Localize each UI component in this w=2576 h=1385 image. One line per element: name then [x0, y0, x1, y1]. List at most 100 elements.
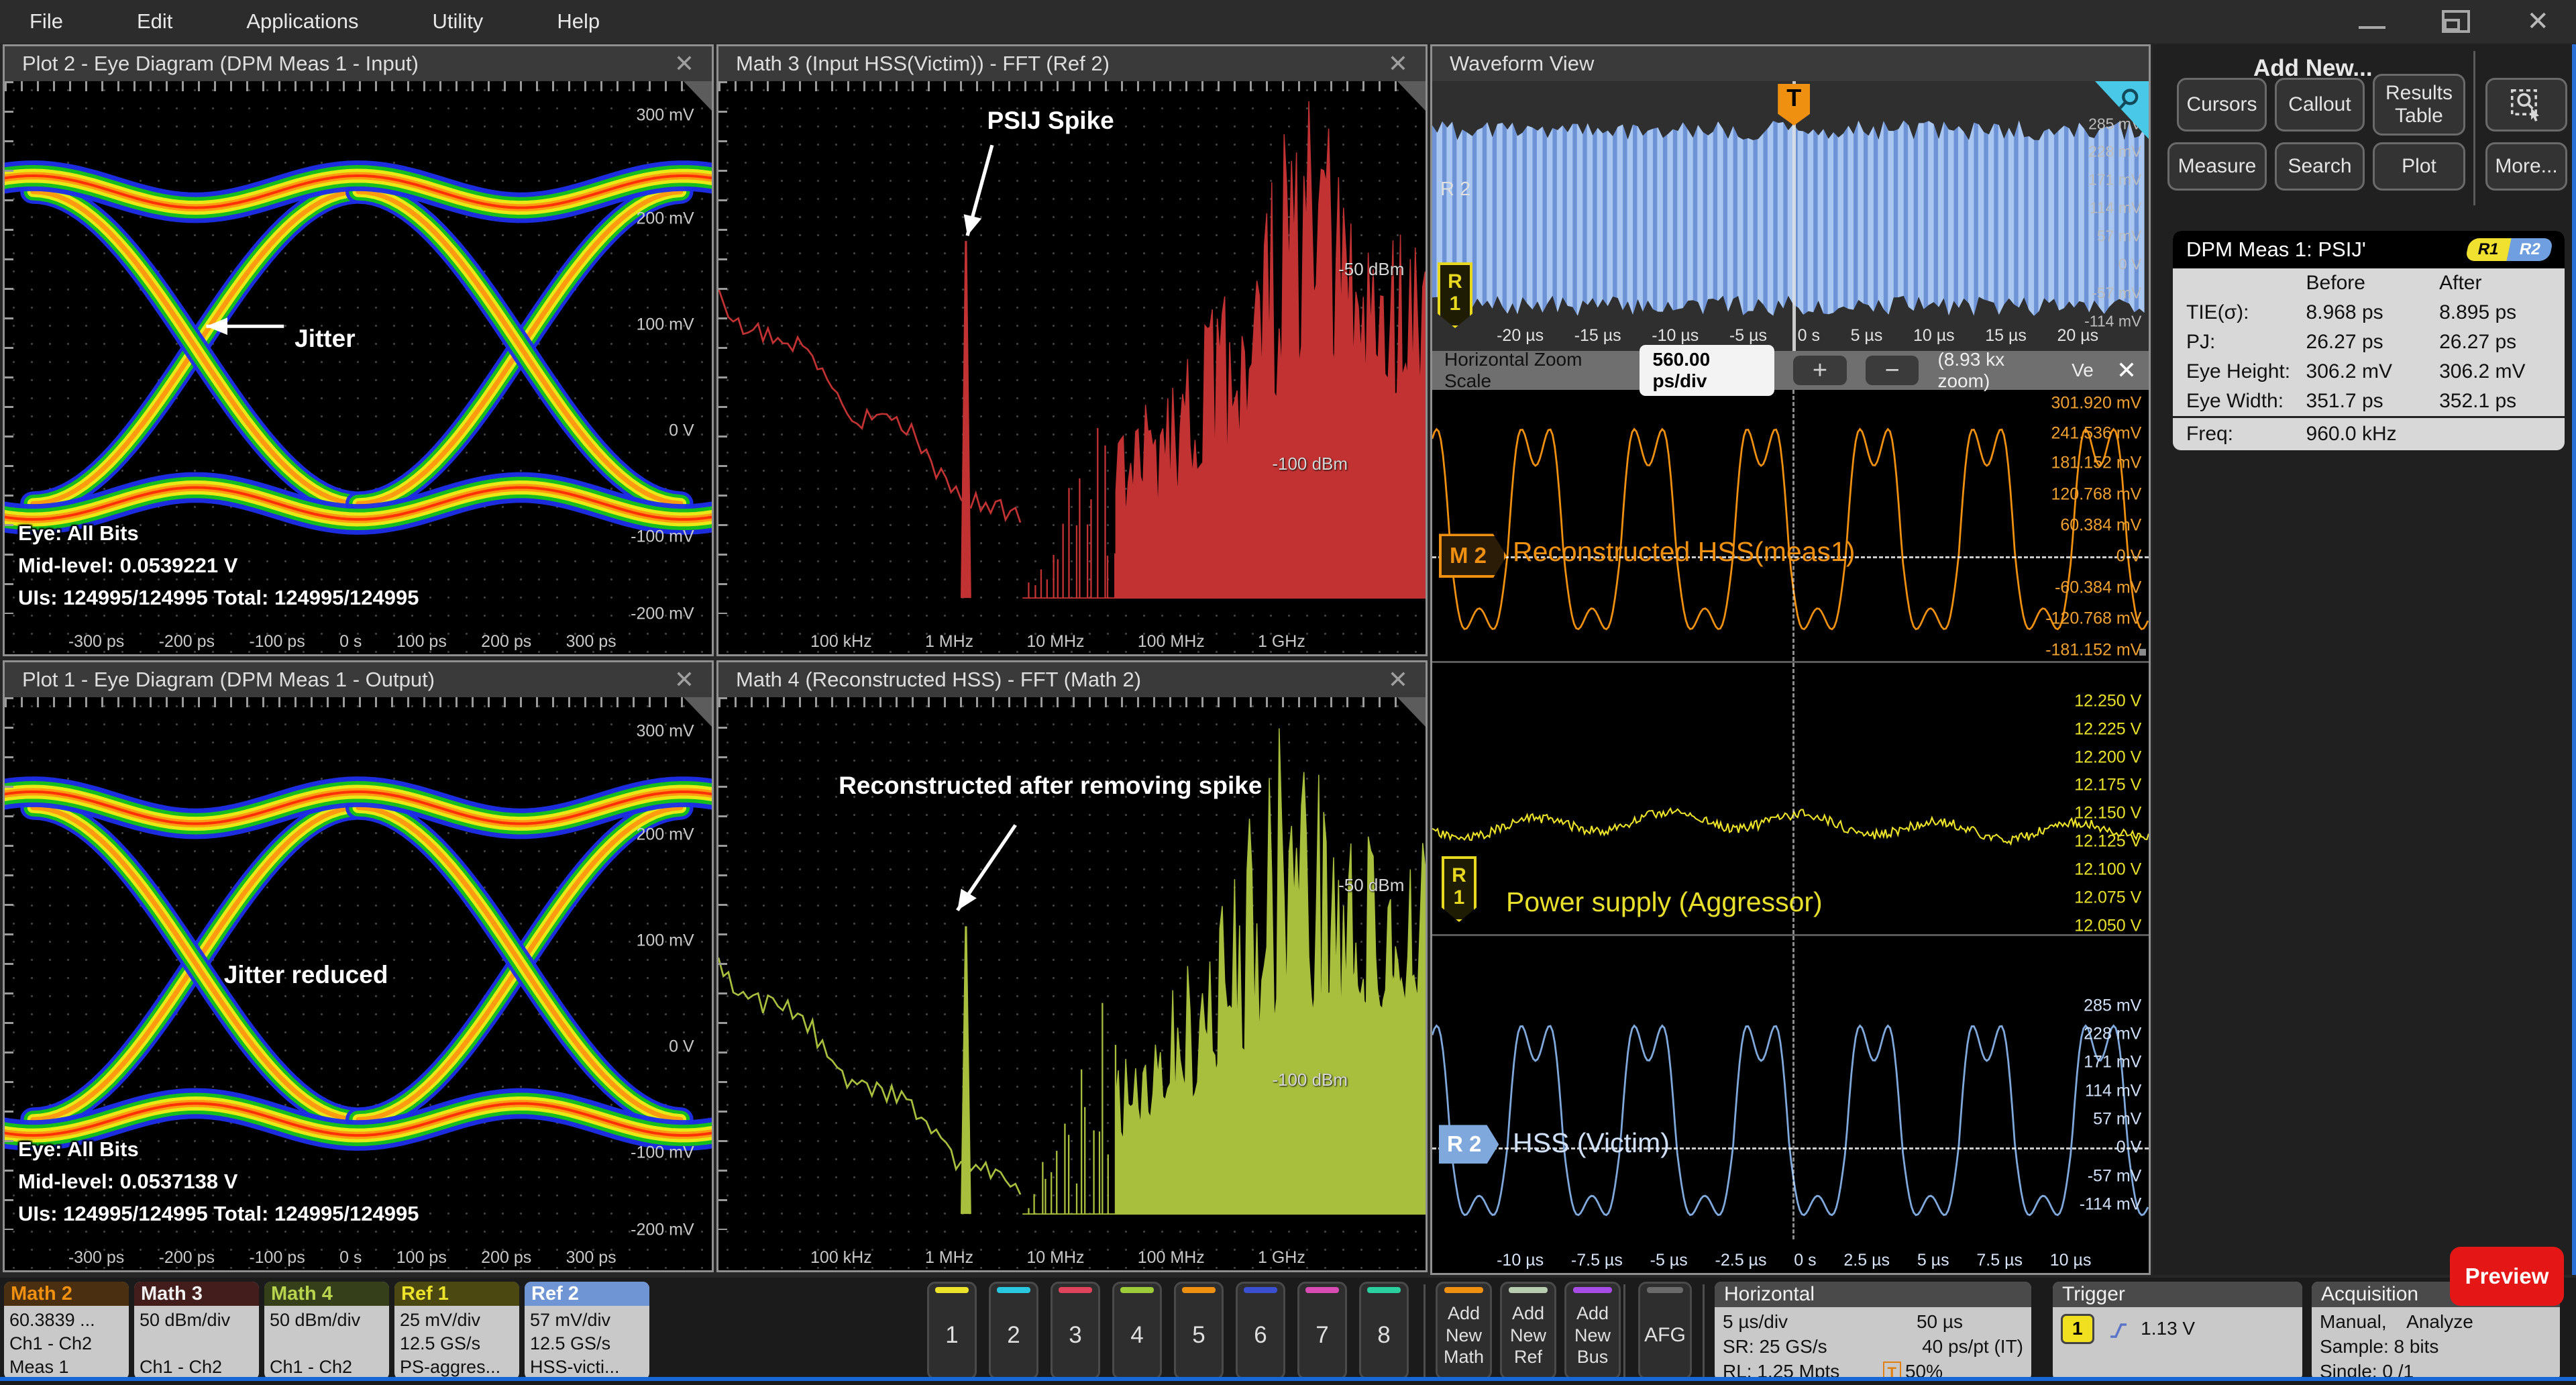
bottom-accent-line: [0, 1377, 2576, 1381]
channel-8-button[interactable]: 8: [1359, 1282, 1409, 1380]
x-tick: -200 ps: [159, 1248, 215, 1268]
channel-3-button[interactable]: 3: [1051, 1282, 1100, 1380]
plot1-close-icon[interactable]: ✕: [674, 668, 694, 692]
math4-title-bar[interactable]: Math 4 (Reconstructed HSS) - FFT (Math 2…: [718, 662, 1426, 697]
zoom-in-button[interactable]: +: [1793, 356, 1847, 385]
add-plot-button[interactable]: Plot: [2373, 142, 2465, 191]
m2-badge[interactable]: M 2: [1439, 533, 1507, 578]
channel-4-button[interactable]: 4: [1112, 1282, 1162, 1380]
zoom-bar-close-icon[interactable]: ✕: [2116, 356, 2137, 384]
minimize-icon[interactable]: [2359, 26, 2385, 29]
add-results-table-button[interactable]: Results Table: [2373, 74, 2465, 136]
math4-x-axis: 100 kHz1 MHz10 MHz100 MHz1 GHz: [718, 1248, 1426, 1268]
source-badge-ref1[interactable]: Ref 125 mV/div12.5 GS/sPS-aggres...: [394, 1282, 519, 1380]
add-measure-button[interactable]: Measure: [2167, 142, 2267, 191]
table-cell: 26.27 ps: [2439, 331, 2565, 354]
zoom-ve-label: Ve: [2072, 360, 2094, 381]
table-cell: 306.2 mV: [2306, 360, 2440, 383]
plot2-close-icon[interactable]: ✕: [674, 52, 694, 76]
horizontal-settings-box[interactable]: Horizontal 5 µs/div50 µs SR: 25 GS/s40 p…: [1715, 1282, 2031, 1381]
x-tick: 0 s: [339, 1248, 362, 1268]
uis-line: UIs: 124995/124995 Total: 124995/124995: [18, 1198, 419, 1230]
horizontal-span: 50 µs: [1917, 1310, 1963, 1335]
x-tick: 1 MHz: [925, 1248, 973, 1268]
zoom-select-button[interactable]: [2485, 78, 2567, 132]
close-icon[interactable]: ✕: [2526, 8, 2549, 35]
restore-icon[interactable]: [2442, 10, 2470, 33]
add-search-button[interactable]: Search: [2275, 142, 2365, 191]
overview-section[interactable]: T R 2 R 1 285 mV228 mV171 mV114 mV57 mV0…: [1432, 81, 2149, 351]
menu-help[interactable]: Help: [557, 9, 600, 34]
sidebar-scroll-strip[interactable]: [2572, 44, 2576, 1275]
menu-applications[interactable]: Applications: [246, 9, 358, 34]
source-badge-ref2[interactable]: Ref 257 mV/div12.5 GS/sHSS-victi...: [525, 1282, 649, 1380]
menu-bar: File Edit Applications Utility Help: [0, 0, 2576, 43]
plot2-jitter-annotation: Jitter: [294, 325, 355, 353]
plot1-title-bar[interactable]: Plot 1 - Eye Diagram (DPM Meas 1 - Outpu…: [5, 662, 712, 697]
math4-close-icon[interactable]: ✕: [1388, 668, 1408, 692]
table-cell: 8.968 ps: [2306, 301, 2440, 324]
overview-r2-label[interactable]: R 2: [1440, 178, 1470, 201]
trigger-level: 1.13 V: [2141, 1318, 2195, 1339]
freq-label: Freq:: [2173, 423, 2306, 446]
channel-label: 2: [1007, 1293, 1020, 1378]
add-callout-button[interactable]: Callout: [2275, 78, 2365, 132]
channel-5-button[interactable]: 5: [1174, 1282, 1224, 1380]
channel-2-button[interactable]: 2: [989, 1282, 1038, 1380]
dpm-results-table[interactable]: DPM Meas 1: PSIJ' R1 R2 Before After TIE…: [2173, 231, 2565, 450]
preview-button[interactable]: Preview: [2450, 1247, 2564, 1306]
add-new-bus-button[interactable]: AddNewBus: [1564, 1282, 1621, 1380]
r2-badge[interactable]: R 2: [1439, 1125, 1499, 1164]
math4-plot-area[interactable]: Reconstructed after removing spike -50 d…: [718, 697, 1426, 1270]
table-cell: Eye Width:: [2173, 390, 2306, 413]
section-divider[interactable]: [1432, 661, 2149, 663]
menu-edit[interactable]: Edit: [137, 9, 172, 34]
source-badge-math3[interactable]: Math 350 dBm/div Ch1 - Ch2: [134, 1282, 259, 1380]
more-button[interactable]: More...: [2485, 142, 2567, 191]
zoom-select-icon: [2509, 87, 2544, 122]
math3-title-bar[interactable]: Math 3 (Input HSS(Victim)) - FFT (Ref 2)…: [718, 46, 1426, 81]
x-tick: -15 µs: [1574, 326, 1621, 346]
trigger-settings-box[interactable]: Trigger 1 1.13 V: [2053, 1282, 2302, 1381]
plot1-plot-area[interactable]: Jitter reduced Eye: All Bits Mid-level: …: [5, 697, 712, 1270]
reconstructed-annotation: Reconstructed after removing spike: [839, 772, 1262, 800]
x-tick: -20 µs: [1497, 326, 1544, 346]
r1-trace-section[interactable]: R 1 Power supply (Aggressor) 12.250 V12.…: [1432, 663, 2149, 934]
source-badge-math4[interactable]: Math 450 dBm/div Ch1 - Ch2: [264, 1282, 389, 1380]
r2-trace-section[interactable]: R 2 HSS (Victim) 285 mV228 mV171 mV114 m…: [1432, 936, 2149, 1239]
plot2-plot-area[interactable]: Jitter Eye: All Bits Mid-level: 0.053922…: [5, 81, 712, 654]
x-tick: 5 µs: [1917, 1251, 1949, 1270]
x-tick: 2.5 µs: [1843, 1251, 1890, 1270]
m2-trace-section[interactable]: M 2 Reconstructed HSS(meas1) 301.920 mV2…: [1432, 390, 2149, 661]
menu-utility[interactable]: Utility: [433, 9, 484, 34]
add-new-math-button[interactable]: AddNewMath: [1436, 1282, 1492, 1380]
trigger-values: 1 1.13 V: [2053, 1307, 2302, 1347]
math3-plot-area[interactable]: PSIJ Spike -50 dBm -100 dBm 100 kHz1 MHz…: [718, 81, 1426, 654]
plot2-eye-stats: Eye: All Bits Mid-level: 0.0539221 V UIs…: [18, 517, 419, 614]
afg-button[interactable]: AFG: [1638, 1282, 1692, 1380]
section-divider[interactable]: [1432, 934, 2149, 936]
x-tick: 100 ps: [396, 1248, 447, 1268]
math3-x-axis: 100 kHz1 MHz10 MHz100 MHz1 GHz: [718, 632, 1426, 652]
menu-file[interactable]: File: [30, 9, 63, 34]
channel-7-button[interactable]: 7: [1297, 1282, 1347, 1380]
channel-6-button[interactable]: 6: [1236, 1282, 1285, 1380]
x-tick: 200 ps: [481, 632, 531, 652]
zoom-out-button[interactable]: −: [1866, 356, 1919, 385]
channel-color-strip: [935, 1287, 969, 1293]
plot2-eye-diagram-panel: Plot 2 - Eye Diagram (DPM Meas 1 - Input…: [3, 44, 714, 656]
add-new-ref-button[interactable]: AddNewRef: [1500, 1282, 1556, 1380]
add-cursors-button[interactable]: Cursors: [2177, 78, 2267, 132]
math3-close-icon[interactable]: ✕: [1388, 52, 1408, 76]
x-tick: 100 MHz: [1138, 1248, 1205, 1268]
channel-1-button[interactable]: 1: [927, 1282, 977, 1380]
plot1-top-ruler: [5, 697, 712, 707]
waveform-view-title-bar[interactable]: Waveform View: [1432, 46, 2149, 81]
channel-label: 3: [1069, 1293, 1081, 1378]
plot2-title-bar[interactable]: Plot 2 - Eye Diagram (DPM Meas 1 - Input…: [5, 46, 712, 81]
waveform-view-panel: Waveform View T R 2 R 1 285 mV228 mV171 …: [1430, 44, 2151, 1275]
zoom-scale-value[interactable]: 560.00 ps/div: [1640, 345, 1775, 396]
source-badge-math2[interactable]: Math 260.3839 ...Ch1 - Ch2Meas 1: [4, 1282, 129, 1380]
math4-top-ruler: [718, 697, 1426, 707]
section-grip-handle[interactable]: [2139, 649, 2146, 656]
